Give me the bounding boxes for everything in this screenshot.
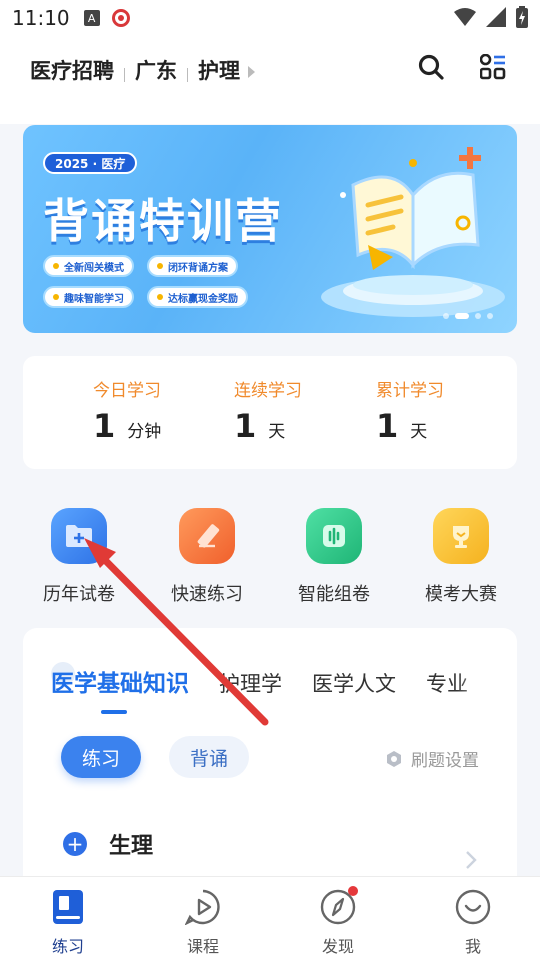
header-actions — [418, 54, 506, 80]
breadcrumb-region[interactable]: 广东 — [135, 55, 177, 85]
a-notification-icon: A — [83, 10, 100, 26]
signal-icon — [486, 7, 506, 27]
tab-medical-humanities[interactable]: 医学人文 — [312, 668, 396, 698]
feature-label: 模考大赛 — [425, 584, 497, 605]
breadcrumb-arrow-icon[interactable] — [248, 66, 255, 78]
study-stats-card[interactable]: 今日学习 1 分钟 连续学习 1 天 累计学习 1 天 — [23, 356, 517, 469]
header: 医疗招聘 广东 护理 — [0, 36, 540, 104]
breadcrumb-category[interactable]: 医疗招聘 — [30, 55, 114, 85]
pencil-icon — [179, 508, 235, 564]
banner-chip: 趣味智能学习 — [43, 286, 134, 308]
stat-value-group: 1 天 — [376, 407, 444, 445]
stat-unit: 天 — [268, 422, 286, 442]
pagination-dot — [487, 313, 493, 319]
stat-number: 1 — [376, 407, 399, 445]
practice-mode-button[interactable]: 练习 — [61, 736, 141, 778]
subject-tabs: 医学基础知识 护理学 医学人文 专业 — [51, 664, 498, 714]
recite-mode-button[interactable]: 背诵 — [169, 736, 249, 778]
breadcrumb-subject[interactable]: 护理 — [198, 55, 240, 85]
stat-label: 今日学习 — [93, 381, 161, 401]
expand-plus-icon[interactable]: + — [63, 832, 87, 856]
book-icon — [50, 889, 86, 925]
compass-icon — [320, 886, 358, 925]
subject-name: 生理 — [109, 834, 154, 859]
feature-smart-paper[interactable]: 智能组卷 — [284, 508, 384, 606]
banner-title: 背诵特训营 — [43, 194, 283, 248]
tab-nursing[interactable]: 护理学 — [219, 668, 282, 698]
stat-label: 累计学习 — [376, 381, 444, 401]
stat-number: 1 — [93, 407, 116, 445]
tabs-fade — [457, 658, 497, 698]
open-book-illustration — [321, 147, 505, 317]
wifi-icon — [454, 8, 476, 26]
nav-practice[interactable]: 练习 — [28, 889, 108, 957]
folder-plus-icon — [51, 508, 107, 564]
status-indicators — [454, 6, 528, 28]
nav-label: 课程 — [186, 937, 219, 956]
pagination-dot-active — [455, 313, 469, 319]
stat-total: 累计学习 1 天 — [376, 376, 444, 445]
nav-label: 发现 — [321, 937, 354, 956]
record-icon — [111, 9, 130, 27]
pagination-dot — [475, 313, 481, 319]
nav-label: 我 — [464, 937, 481, 956]
nav-me[interactable]: 我 — [433, 889, 513, 957]
stat-streak: 连续学习 1 天 — [234, 376, 302, 445]
nav-discover[interactable]: 发现 — [298, 886, 378, 957]
promo-banner[interactable]: 2025 · 医疗 背诵特训营 全新闯关模式 闭环背诵方案 趣味智能学习 达标赢… — [23, 125, 517, 333]
search-icon[interactable] — [418, 54, 444, 80]
feature-label: 快速练习 — [171, 584, 243, 605]
breadcrumb-divider — [124, 68, 125, 82]
banner-chip: 全新闯关模式 — [43, 255, 134, 277]
question-bank-panel: 医学基础知识 护理学 医学人文 专业 练习 背诵 刷题设置 + 生理 — [23, 628, 517, 888]
pagination-dot — [443, 313, 449, 319]
feature-quick-practice[interactable]: 快速练习 — [157, 508, 257, 606]
settings-label: 刷题设置 — [411, 751, 479, 771]
stat-unit: 天 — [410, 422, 428, 442]
stat-label: 连续学习 — [234, 381, 302, 401]
feature-label: 历年试卷 — [43, 584, 115, 605]
audio-wave-icon — [306, 508, 362, 564]
settings-hexagon-icon — [387, 750, 401, 767]
bottom-navigation: 练习 课程 发现 我 — [0, 876, 540, 960]
battery-icon — [516, 6, 528, 28]
feature-past-papers[interactable]: 历年试卷 — [29, 508, 129, 606]
stat-value-group: 1 分钟 — [93, 407, 161, 445]
banner-tag: 2025 · 医疗 — [43, 152, 138, 174]
stat-value-group: 1 天 — [234, 407, 302, 445]
banner-chip: 闭环背诵方案 — [147, 255, 238, 277]
stat-number: 1 — [234, 407, 257, 445]
trophy-icon — [433, 508, 489, 564]
chevron-right-icon[interactable] — [465, 850, 477, 870]
play-bubble-icon — [184, 889, 221, 926]
nav-course[interactable]: 课程 — [163, 889, 243, 957]
subject-item[interactable]: + 生理 — [63, 828, 153, 860]
practice-settings-button[interactable]: 刷题设置 — [385, 746, 479, 771]
nav-label: 练习 — [51, 937, 84, 956]
notification-badge — [348, 886, 358, 896]
feature-label: 智能组卷 — [298, 584, 370, 605]
menu-grid-icon[interactable] — [480, 54, 506, 80]
breadcrumb-divider — [187, 68, 188, 82]
status-time: 11:10 — [12, 6, 70, 30]
banner-pagination — [443, 313, 493, 319]
banner-chip: 达标赢现金奖励 — [147, 286, 248, 308]
smile-icon — [455, 889, 491, 925]
tab-medical-basics[interactable]: 医学基础知识 — [51, 664, 189, 714]
status-bar: 11:10 A — [0, 0, 540, 36]
header-bottom-bg — [0, 104, 540, 124]
stat-today: 今日学习 1 分钟 — [93, 376, 161, 445]
stat-unit: 分钟 — [127, 422, 162, 442]
feature-mock-contest[interactable]: 模考大赛 — [411, 508, 511, 606]
